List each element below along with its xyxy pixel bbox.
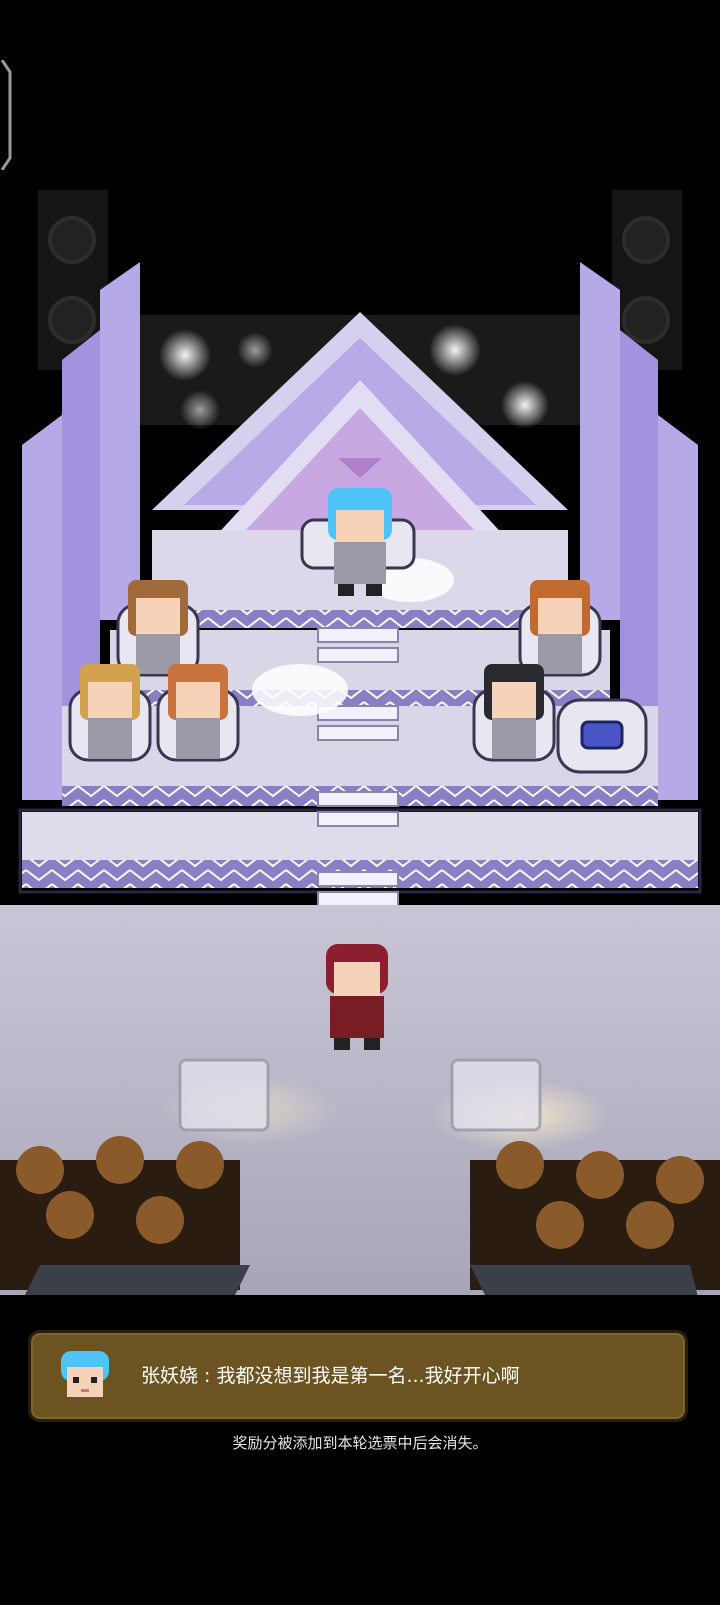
dialog-text: 张妖娆 : 我都没想到我是第一名...我好开心啊 <box>141 1365 520 1387</box>
speaker-avatar-icon <box>61 1351 109 1397</box>
player-character <box>326 944 388 1050</box>
trophy-seat-icon <box>556 698 648 774</box>
hint-text: 奖励分被添加到本轮选票中后会消失。 <box>232 1434 488 1452</box>
corner-bracket-icon <box>0 60 12 170</box>
member-seat <box>518 580 602 677</box>
member-seat <box>156 664 240 762</box>
member-seat <box>472 664 556 762</box>
member-seat <box>68 664 152 762</box>
member-seat <box>116 580 200 677</box>
dialog-box[interactable]: 张妖娆 : 我都没想到我是第一名...我好开心啊 <box>28 1330 688 1422</box>
